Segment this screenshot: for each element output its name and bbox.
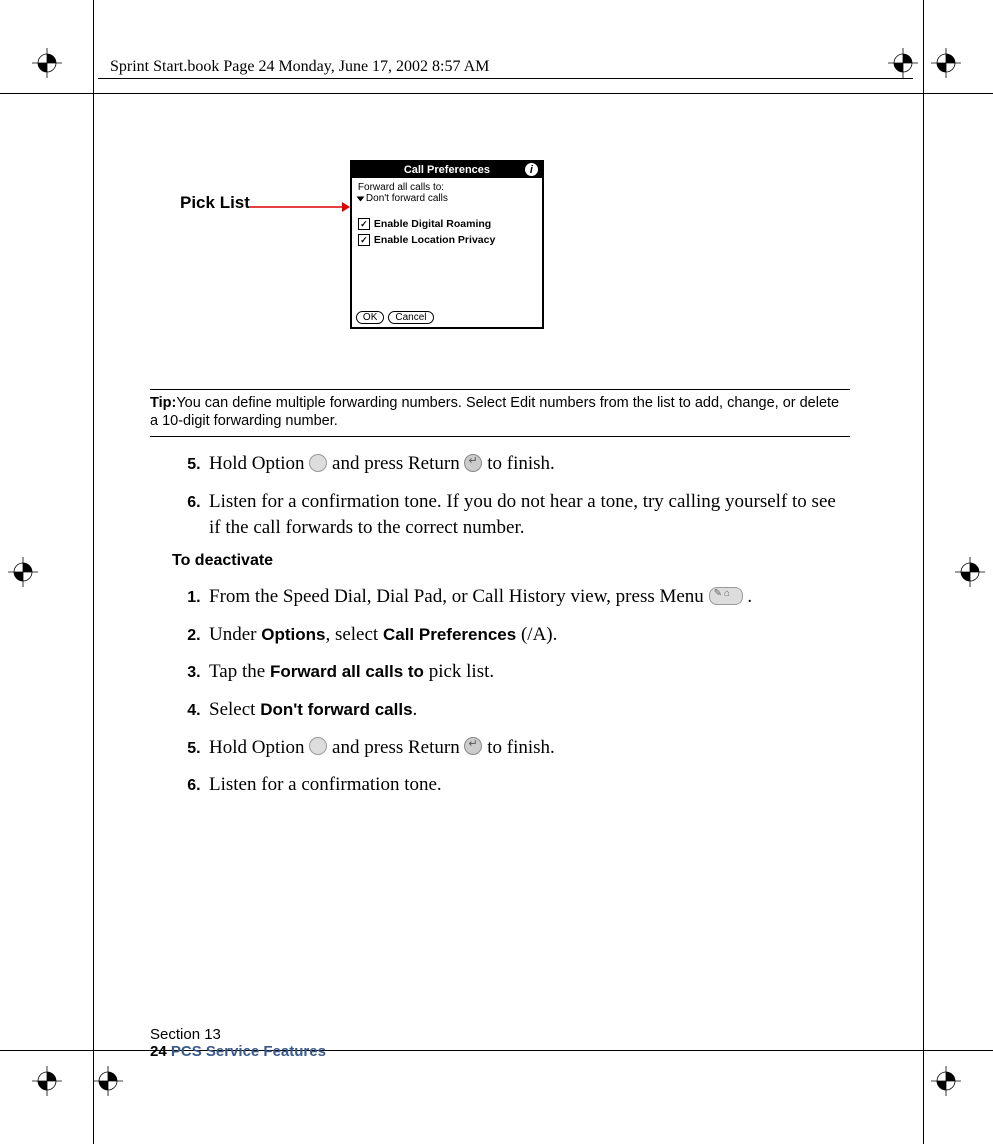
step-5-text-b: and press Return <box>327 453 464 474</box>
step-d1: From the Speed Dial, Dial Pad, or Call H… <box>205 584 850 610</box>
trim-top <box>0 93 993 94</box>
footer-title: PCS Service Features <box>171 1043 326 1060</box>
check-privacy-label: Enable Location Privacy <box>374 234 495 246</box>
regmark-mid-left <box>8 557 38 587</box>
callout-arrow <box>250 200 350 214</box>
regmark-top-left <box>32 48 62 78</box>
step-d1-text: From the Speed Dial, Dial Pad, or Call H… <box>209 586 709 607</box>
regmark-top-right <box>931 48 961 78</box>
picklist-callout: Pick List <box>180 193 250 213</box>
page-content: Pick List Call Preferences i Forward all… <box>150 150 850 810</box>
step-d2: Under Options, select Call Preferences (… <box>205 622 850 648</box>
regmark-bottom-left <box>32 1066 62 1096</box>
trim-right <box>923 0 924 1144</box>
regmark-bottom-left2 <box>93 1066 123 1096</box>
tip-block: Tip:You can define multiple forwarding n… <box>150 389 850 437</box>
device-title-text: Call Preferences <box>404 164 490 176</box>
step-d4-a: Select <box>209 699 260 720</box>
checkbox-icon: ✓ <box>358 218 370 230</box>
dropdown-icon <box>356 196 364 201</box>
step-5: Hold Option and press Return to finish. <box>205 451 850 477</box>
step-5-text-a: Hold Option <box>209 453 309 474</box>
return-key-icon <box>464 737 482 755</box>
step-d5-b: and press Return <box>327 737 464 758</box>
check-privacy: ✓ Enable Location Privacy <box>358 234 536 246</box>
device-buttons: OK Cancel <box>356 311 434 324</box>
step-5-text-c: to finish. <box>482 453 554 474</box>
info-icon: i <box>525 163 538 176</box>
step-d2-e: (/A). <box>516 624 557 645</box>
step-d3: Tap the Forward all calls to pick list. <box>205 659 850 685</box>
step-d4: Select Don't forward calls. <box>205 697 850 723</box>
option-key-icon <box>309 454 327 472</box>
trim-bottom <box>0 1050 993 1051</box>
step-d4-b: Don't forward calls <box>260 700 412 719</box>
picklist-control: Don't forward calls <box>358 193 536 204</box>
check-roaming: ✓ Enable Digital Roaming <box>358 218 536 230</box>
regmark-mid-right <box>955 557 985 587</box>
footer-section: Section 13 <box>150 1026 326 1043</box>
figure-row: Pick List Call Preferences i Forward all… <box>180 160 850 329</box>
step-d2-a: Under <box>209 624 261 645</box>
forward-label: Forward all calls to: <box>358 182 536 193</box>
step-d1-text-b: . <box>743 586 753 607</box>
option-key-icon <box>309 737 327 755</box>
subheading-deactivate: To deactivate <box>172 552 850 570</box>
steps-continued: Hold Option and press Return to finish. … <box>150 451 850 540</box>
step-6: Listen for a confirmation tone. If you d… <box>205 489 850 540</box>
step-d2-b: Options <box>261 625 325 644</box>
cancel-button: Cancel <box>388 311 433 324</box>
step-d6: Listen for a confirmation tone. <box>205 772 850 798</box>
device-body: Forward all calls to: Don't forward call… <box>352 178 542 250</box>
header-rule <box>98 78 913 79</box>
tip-label: Tip: <box>150 395 176 411</box>
picklist-value: Don't forward calls <box>366 193 448 204</box>
steps-deactivate: From the Speed Dial, Dial Pad, or Call H… <box>150 584 850 798</box>
step-d2-c: , select <box>325 624 383 645</box>
tip-text: You can define multiple forwarding numbe… <box>150 395 839 429</box>
regmark-bottom-right <box>931 1066 961 1096</box>
step-d4-c: . <box>413 699 418 720</box>
step-d5-c: to finish. <box>482 737 554 758</box>
return-key-icon <box>464 454 482 472</box>
step-d5: Hold Option and press Return to finish. <box>205 735 850 761</box>
trim-left <box>93 0 94 1144</box>
step-d3-b: Forward all calls to <box>270 662 424 681</box>
running-header: Sprint Start.book Page 24 Monday, June 1… <box>110 58 489 76</box>
menu-key-icon <box>709 587 743 605</box>
page-footer: Section 13 24 PCS Service Features <box>150 1026 326 1060</box>
ok-button: OK <box>356 311 384 324</box>
page-number: 24 <box>150 1043 167 1060</box>
step-d3-a: Tap the <box>209 661 270 682</box>
checkbox-icon: ✓ <box>358 234 370 246</box>
regmark-top-right2 <box>888 48 918 78</box>
step-d2-d: Call Preferences <box>383 625 516 644</box>
step-d3-c: pick list. <box>424 661 494 682</box>
device-title-bar: Call Preferences i <box>352 162 542 178</box>
step-d5-a: Hold Option <box>209 737 309 758</box>
check-roaming-label: Enable Digital Roaming <box>374 218 491 230</box>
device-screenshot: Call Preferences i Forward all calls to:… <box>350 160 544 329</box>
